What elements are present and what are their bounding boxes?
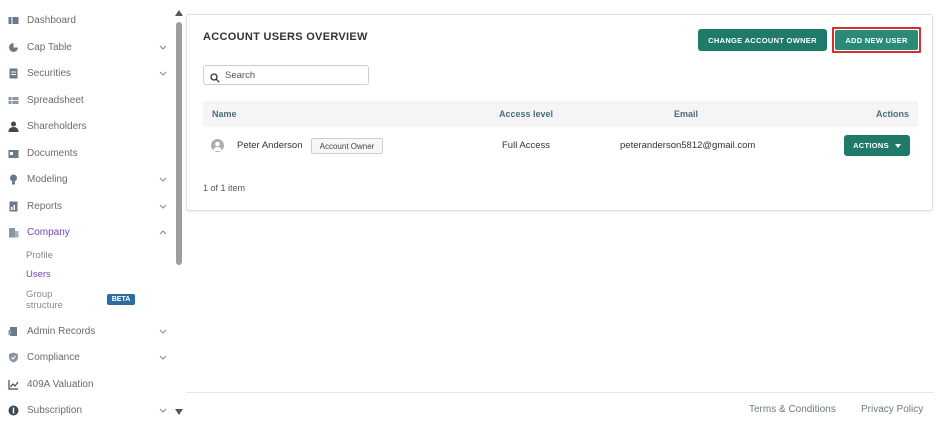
person-icon [8, 121, 19, 132]
caret-down-icon [894, 143, 901, 148]
beta-badge: BETA [107, 294, 135, 305]
column-header-access-level[interactable]: Access level [499, 109, 553, 119]
dollar-icon [8, 405, 19, 416]
sidebar-item-spreadsheet[interactable]: Spreadsheet [0, 89, 176, 111]
records-icon [8, 326, 19, 337]
document-icon [8, 68, 19, 79]
chevron-down-icon[interactable] [158, 42, 168, 52]
lightbulb-icon [8, 174, 19, 185]
terms-link[interactable]: Terms & Conditions [749, 404, 836, 415]
sidebar-item-label: Documents [27, 147, 78, 159]
sidebar-subitem-label-line1: Group [26, 289, 53, 300]
shield-icon [8, 352, 19, 363]
add-new-user-button[interactable]: ADD NEW USER [835, 30, 918, 50]
sidebar-item-label: Modeling [27, 173, 68, 185]
pagination-info: 1 of 1 item [203, 183, 246, 193]
sidebar-item-label: Subscription [27, 404, 83, 416]
chart-icon [8, 379, 19, 390]
sidebar-item-subscription[interactable]: Subscription [0, 399, 176, 421]
dashboard-icon [8, 15, 19, 26]
chevron-down-icon[interactable] [158, 68, 168, 78]
sidebar-item-label: Cap Table [27, 41, 72, 53]
email-cell: peteranderson5812@gmail.com [620, 140, 756, 151]
sidebar-item-admin-records[interactable]: Admin Records [0, 320, 176, 342]
sidebar-item-securities[interactable]: Securities [0, 62, 176, 84]
pie-chart-icon [8, 42, 19, 53]
footer-divider [186, 392, 934, 393]
account-owner-badge: Account Owner [311, 138, 383, 154]
user-name: Peter Anderson [237, 140, 303, 151]
change-account-owner-button[interactable]: CHANGE ACCOUNT OWNER [698, 29, 827, 51]
privacy-link[interactable]: Privacy Policy [861, 404, 923, 415]
table-row: Peter Anderson Account Owner Full Access… [203, 131, 918, 159]
grid-icon [8, 95, 19, 106]
sidebar-item-label: Compliance [27, 351, 80, 363]
sidebar-item-409a-valuation[interactable]: 409A Valuation [0, 373, 176, 395]
actions-dropdown-button[interactable]: ACTIONS [844, 135, 910, 156]
scrollbar-thumb[interactable] [176, 22, 182, 265]
sidebar-item-label: Dashboard [27, 14, 76, 26]
column-header-name[interactable]: Name [212, 109, 237, 119]
sidebar-item-compliance[interactable]: Compliance [0, 346, 176, 368]
building-icon [8, 227, 19, 238]
sidebar-item-cap-table[interactable]: Cap Table [0, 36, 176, 58]
access-level-cell: Full Access [502, 140, 551, 151]
scroll-up-arrow-icon[interactable] [175, 10, 183, 16]
sidebar-item-label: 409A Valuation [27, 378, 94, 390]
sidebar-item-documents[interactable]: Documents [0, 142, 176, 164]
search-box[interactable] [203, 65, 369, 85]
sidebar-item-reports[interactable]: Reports [0, 195, 176, 217]
sidebar-item-label: Company [27, 226, 70, 238]
sidebar-item-label: Shareholders [27, 120, 87, 132]
sidebar: Dashboard Cap Table Securities Spreadshe… [0, 0, 176, 426]
table-header: Name Access level Email Actions [203, 101, 918, 127]
chevron-down-icon[interactable] [158, 352, 168, 362]
sidebar-item-company[interactable]: Company [0, 221, 176, 243]
avatar [211, 139, 224, 152]
folder-icon [8, 148, 19, 159]
report-icon [8, 201, 19, 212]
account-users-card: ACCOUNT USERS OVERVIEW CHANGE ACCOUNT OW… [186, 14, 933, 211]
actions-button-label: ACTIONS [853, 141, 889, 150]
chevron-down-icon[interactable] [158, 201, 168, 211]
sidebar-subitem-profile[interactable]: Profile [26, 250, 53, 261]
column-header-actions: Actions [876, 109, 910, 119]
sidebar-item-modeling[interactable]: Modeling [0, 168, 176, 190]
sidebar-item-shareholders[interactable]: Shareholders [0, 115, 176, 137]
search-input[interactable] [223, 67, 367, 83]
main-content: ACCOUNT USERS OVERVIEW CHANGE ACCOUNT OW… [184, 0, 940, 426]
search-icon [210, 70, 220, 83]
chevron-down-icon[interactable] [158, 405, 168, 415]
sidebar-subitem-users[interactable]: Users [26, 269, 51, 280]
column-header-email[interactable]: Email [674, 109, 698, 119]
chevron-down-icon[interactable] [158, 174, 168, 184]
sidebar-item-dashboard[interactable]: Dashboard [0, 9, 176, 31]
sidebar-item-label: Securities [27, 67, 71, 79]
sidebar-item-label: Spreadsheet [27, 94, 84, 106]
sidebar-subitem-label-line2: structure [26, 300, 63, 311]
sidebar-item-label: Reports [27, 200, 63, 212]
page-title: ACCOUNT USERS OVERVIEW [203, 31, 368, 43]
chevron-up-icon[interactable] [158, 227, 168, 237]
chevron-down-icon[interactable] [158, 326, 168, 336]
scroll-down-arrow-icon[interactable] [175, 409, 183, 415]
sidebar-subitem-group-structure[interactable]: Group structure [26, 289, 63, 311]
sidebar-item-label: Admin Records [27, 325, 96, 337]
